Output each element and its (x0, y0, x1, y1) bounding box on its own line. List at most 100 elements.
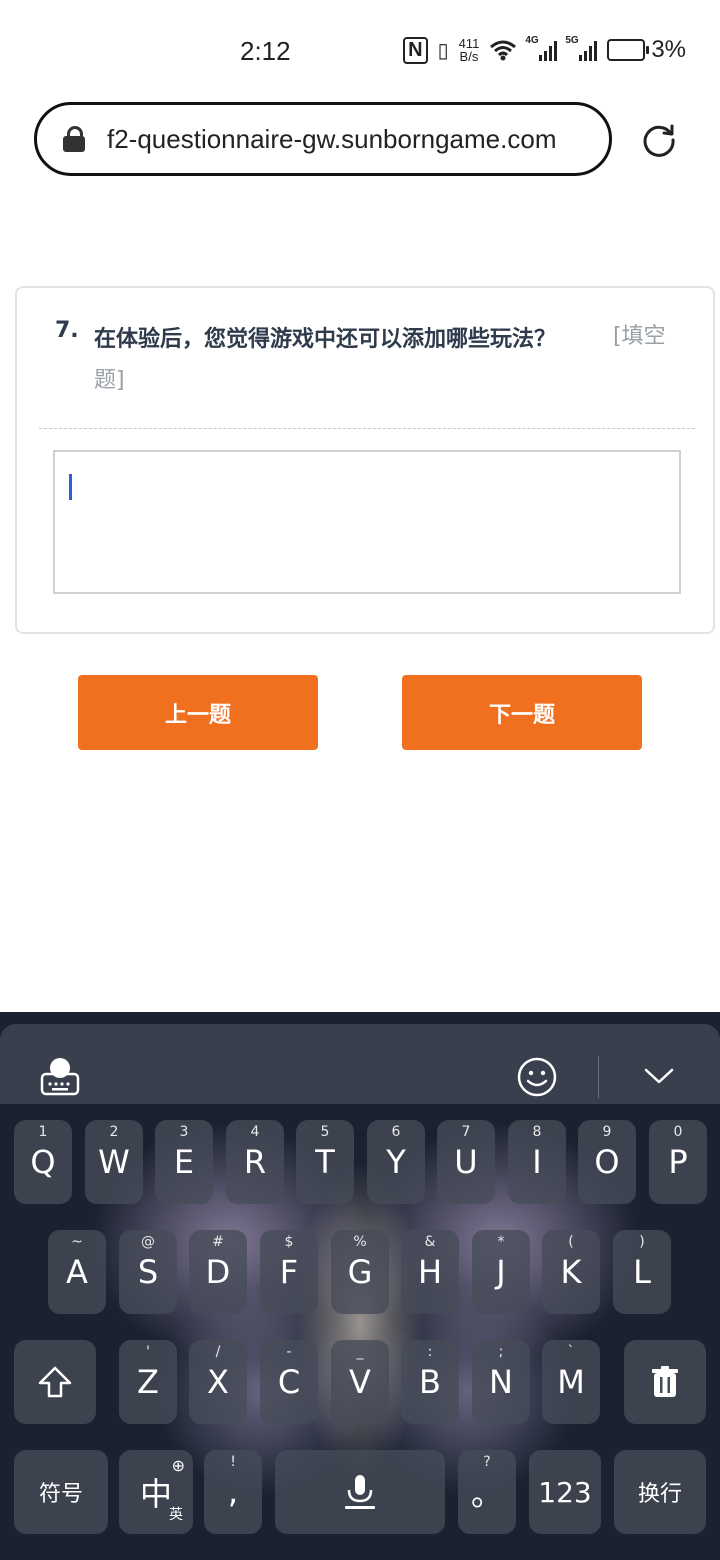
key-hint: * (497, 1234, 505, 1250)
comma-key[interactable]: !, (204, 1450, 262, 1534)
key-hint: % (353, 1234, 367, 1250)
key-g[interactable]: % G (331, 1230, 389, 1314)
globe-icon: ⊕ (171, 1456, 185, 1475)
next-question-button[interactable]: 下一题 (402, 675, 642, 750)
language-switch-key[interactable]: 中 ⊕ 英 (119, 1450, 193, 1534)
key-hint: 3 (179, 1124, 189, 1140)
key-hint: ! (230, 1454, 236, 1470)
key-hint: : (427, 1344, 433, 1360)
key-label: P (668, 1143, 688, 1181)
key-u[interactable]: 7U (437, 1120, 495, 1204)
key-v[interactable]: _ V (331, 1340, 389, 1424)
key-label: O (594, 1143, 620, 1181)
answer-textarea[interactable] (53, 450, 681, 594)
period-key[interactable]: ?。 (458, 1450, 516, 1534)
key-hint: 2 (109, 1124, 119, 1140)
key-hint: 8 (532, 1124, 542, 1140)
key-hint: _ (356, 1344, 364, 1360)
key-label: B (419, 1363, 441, 1401)
key-hint: / (215, 1344, 221, 1360)
key-hint: # (212, 1234, 224, 1250)
emoji-icon[interactable] (516, 1056, 558, 1098)
key-label: A (66, 1253, 88, 1291)
key-e[interactable]: 3E (155, 1120, 213, 1204)
key-w[interactable]: 2W (85, 1120, 143, 1204)
key-label: E (173, 1143, 195, 1181)
text-cursor (69, 474, 72, 500)
key-label: X (207, 1363, 229, 1401)
key-l[interactable]: ) L (613, 1230, 671, 1314)
network-speed-unit: B/s (459, 49, 479, 64)
key-m[interactable]: ` M (542, 1340, 600, 1424)
key-label: C (277, 1363, 301, 1401)
key-n[interactable]: ; N (472, 1340, 530, 1424)
key-hint: ` (567, 1344, 575, 1360)
question-card: 7. 在体验后，您觉得游戏中还可以添加哪些玩法？ [填空 题] (15, 286, 715, 634)
shift-icon (38, 1366, 72, 1398)
symbols-key[interactable]: 符号 (14, 1450, 108, 1534)
key-hint: 1 (38, 1124, 48, 1140)
key-o[interactable]: 9O (578, 1120, 636, 1204)
key-hint: 7 (461, 1124, 471, 1140)
key-label: M (557, 1363, 585, 1401)
clock: 2:12 (240, 36, 291, 66)
key-label: 中 (139, 1475, 172, 1513)
key-hint: ' (146, 1344, 150, 1360)
toolbar-separator (598, 1056, 599, 1098)
key-label: J (496, 1253, 506, 1291)
key-h[interactable]: & H (401, 1230, 459, 1314)
sim1-network-type: 4G (525, 35, 539, 46)
key-i[interactable]: 8I (508, 1120, 566, 1204)
key-hint: ? (483, 1454, 491, 1470)
microphone-icon (345, 1475, 375, 1509)
keyboard-toolbar (0, 1024, 720, 1104)
key-q[interactable]: 1Q (14, 1120, 72, 1204)
key-label: 符号 (38, 1482, 83, 1507)
shift-key[interactable] (14, 1340, 96, 1424)
key-hint: - (286, 1344, 292, 1360)
key-label: U (454, 1143, 478, 1181)
delete-icon (652, 1366, 678, 1397)
key-hint: 9 (602, 1124, 612, 1140)
key-hint: 4 (250, 1124, 260, 1140)
question-type-label: [填空 (613, 324, 666, 349)
status-bar: 2:12 N ▯ 411 B/s 4G 5G 3% (0, 0, 720, 100)
previous-question-button[interactable]: 上一题 (78, 675, 318, 750)
enter-key[interactable]: 换行 (614, 1450, 706, 1534)
key-r[interactable]: 4R (226, 1120, 284, 1204)
keyboard-language-settings-icon[interactable] (38, 1054, 82, 1098)
wifi-icon (490, 40, 517, 61)
key-z[interactable]: ' Z (119, 1340, 177, 1424)
key-t[interactable]: 5T (296, 1120, 354, 1204)
key-p[interactable]: 0P (649, 1120, 707, 1204)
numbers-key[interactable]: 123 (529, 1450, 601, 1534)
key-label: T (315, 1143, 335, 1181)
key-d[interactable]: # D (189, 1230, 247, 1314)
lock-icon (63, 126, 85, 152)
key-label: G (347, 1253, 373, 1291)
key-a[interactable]: ~ A (48, 1230, 106, 1314)
key-hint: 5 (320, 1124, 330, 1140)
url-text: f2-questionnaire-gw.sunborngame.com (107, 123, 557, 154)
key-label: 换行 (637, 1482, 682, 1507)
voice-input-key[interactable] (275, 1450, 445, 1534)
key-label: Y (386, 1143, 406, 1181)
key-s[interactable]: @ S (119, 1230, 177, 1314)
key-c[interactable]: -C (260, 1340, 318, 1424)
key-label: , (227, 1473, 239, 1511)
divider (39, 428, 695, 429)
delete-key[interactable] (624, 1340, 706, 1424)
key-j[interactable]: * J (472, 1230, 530, 1314)
key-label: R (243, 1143, 267, 1181)
key-hint: ( (568, 1234, 574, 1250)
key-k[interactable]: (K (542, 1230, 600, 1314)
key-b[interactable]: :B (401, 1340, 459, 1424)
key-label: K (560, 1253, 582, 1291)
reload-icon[interactable] (640, 120, 678, 158)
key-x[interactable]: / X (189, 1340, 247, 1424)
address-bar[interactable]: f2-questionnaire-gw.sunborngame.com (34, 102, 612, 176)
key-y[interactable]: 6Y (367, 1120, 425, 1204)
vibrate-icon: ▯ (437, 39, 449, 62)
key-f[interactable]: $ F (260, 1230, 318, 1314)
chevron-down-icon[interactable] (644, 1066, 674, 1086)
